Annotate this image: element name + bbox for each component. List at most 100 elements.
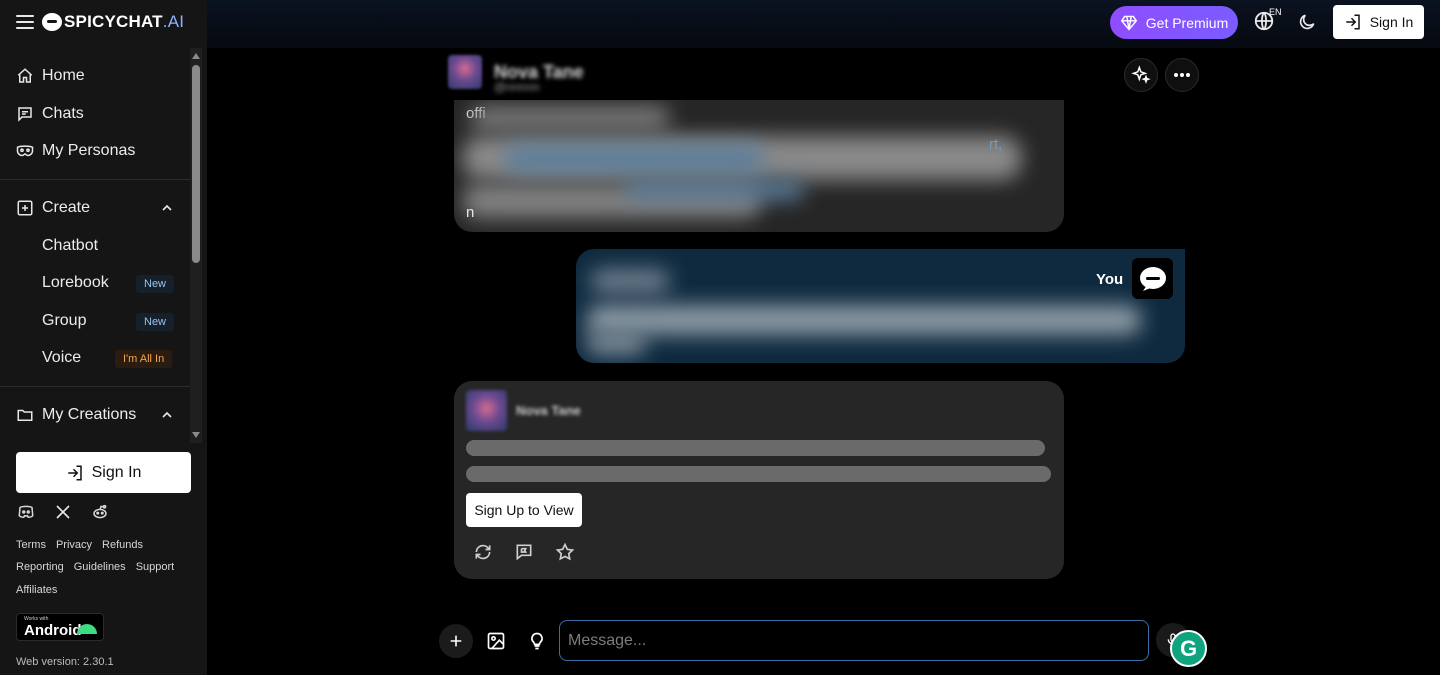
mask-icon	[16, 142, 34, 160]
new-badge: New	[136, 275, 175, 293]
sidebar-scrollbar[interactable]	[190, 48, 202, 443]
scroll-down-arrow-icon[interactable]	[192, 432, 200, 438]
user-label: You	[1096, 271, 1124, 288]
sidebar-item-label: Create	[42, 199, 91, 216]
scroll-up-arrow-icon[interactable]	[192, 53, 200, 59]
image-button[interactable]	[479, 624, 513, 658]
message-text-fragment: rt,	[989, 136, 1003, 153]
sign-in-label: Sign In	[91, 463, 142, 481]
feedback-icon[interactable]	[514, 542, 534, 562]
chevron-up-icon[interactable]	[159, 407, 175, 423]
add-button[interactable]	[439, 624, 473, 658]
logo-icon	[42, 13, 62, 31]
footer-links-row: Affiliates	[16, 584, 57, 596]
new-badge: New	[136, 313, 175, 331]
blurred-text	[590, 269, 670, 293]
locked-text-placeholder	[466, 466, 1051, 482]
sign-in-icon	[1345, 14, 1360, 30]
affiliates-link[interactable]: Affiliates	[16, 584, 57, 596]
sidebar-item-label: Chatbot	[42, 237, 99, 254]
home-icon	[16, 67, 34, 85]
character-name: Nova Tane	[516, 403, 581, 418]
divider	[0, 179, 192, 180]
refunds-link[interactable]: Refunds	[102, 539, 143, 551]
premium-label: Get Premium	[1145, 14, 1229, 31]
sidebar-item-home[interactable]: Home	[16, 62, 85, 90]
sign-in-label: Sign In	[1369, 14, 1414, 30]
star-icon[interactable]	[555, 542, 575, 562]
locked-text-placeholder	[466, 440, 1045, 456]
sidebar-item-my-creations[interactable]: My Creations	[16, 401, 136, 429]
scroll-thumb[interactable]	[192, 65, 200, 263]
character-handle: @nnnnn	[494, 80, 540, 94]
lightbulb-icon	[531, 632, 543, 650]
web-version: Web version: 2.30.1	[16, 656, 114, 668]
image-icon	[487, 632, 505, 650]
sidebar-item-my-personas[interactable]: My Personas	[16, 137, 135, 165]
sidebar-item-chatbot[interactable]: Chatbot	[42, 234, 98, 258]
terms-link[interactable]: Terms	[16, 539, 46, 551]
sign-up-to-view-button[interactable]: Sign Up to View	[466, 493, 582, 527]
regenerate-icon[interactable]	[473, 542, 493, 562]
footer-links-row: Reporting Guidelines Support	[16, 561, 174, 573]
guidelines-link[interactable]: Guidelines	[74, 561, 126, 573]
sidebar-nav: Home Chats My Personas Create Chatbot Lo…	[0, 48, 207, 443]
blurred-text	[586, 305, 1142, 335]
message-input[interactable]	[559, 620, 1149, 661]
sparkle-icon	[1131, 65, 1151, 84]
privacy-link[interactable]: Privacy	[56, 539, 92, 551]
chat-icon	[16, 105, 34, 123]
sidebar-item-lorebook[interactable]: Lorebook	[42, 271, 109, 295]
discord-icon[interactable]	[16, 503, 36, 521]
suggestion-button[interactable]	[520, 624, 554, 658]
android-badge[interactable]: Works with Android	[16, 613, 104, 641]
user-avatar-icon	[1139, 266, 1166, 291]
folder-icon	[16, 406, 34, 424]
sidebar-item-create[interactable]: Create	[16, 194, 90, 222]
footer-links-row: Terms Privacy Refunds	[16, 539, 143, 551]
magic-sparkle-button[interactable]	[1124, 58, 1158, 92]
sidebar-item-label: Lorebook	[42, 274, 109, 291]
blurred-text	[470, 106, 670, 130]
more-options-button[interactable]	[1165, 58, 1199, 92]
plus-square-icon	[16, 199, 34, 217]
moon-icon[interactable]	[1297, 12, 1317, 32]
android-robot-icon	[77, 624, 97, 634]
support-link[interactable]: Support	[136, 561, 175, 573]
blurred-text	[586, 331, 646, 355]
social-links	[16, 503, 110, 521]
character-avatar[interactable]	[448, 55, 482, 89]
brand-bar: SPICYCHAT.AI	[0, 0, 207, 44]
blurred-text	[504, 144, 764, 174]
blurred-text	[624, 180, 804, 200]
sidebar: SPICYCHAT.AI Home Chats My Personas Crea…	[0, 0, 207, 675]
plus-icon	[450, 635, 462, 647]
grammarly-icon: G	[1179, 635, 1198, 661]
sidebar-item-label: Voice	[42, 349, 82, 366]
sign-up-label: Sign Up to View	[474, 502, 574, 518]
chevron-up-icon[interactable]	[159, 200, 175, 216]
language-code: EN	[1269, 7, 1282, 17]
diamond-icon	[1120, 15, 1137, 31]
hamburger-menu-icon[interactable]	[16, 15, 34, 29]
android-badge-label: Android	[24, 622, 82, 639]
grammarly-widget[interactable]: G	[1170, 630, 1207, 667]
sidebar-item-label: My Personas	[42, 142, 136, 159]
sidebar-item-chats[interactable]: Chats	[16, 100, 84, 128]
reddit-icon[interactable]	[90, 503, 110, 521]
all-in-badge: I'm All In	[115, 350, 173, 368]
sidebar-sign-in-button[interactable]: Sign In	[16, 452, 191, 493]
sidebar-item-group[interactable]: Group	[42, 309, 86, 333]
sidebar-item-voice[interactable]: Voice	[42, 346, 81, 370]
sign-in-icon	[67, 465, 82, 480]
user-avatar	[1132, 258, 1173, 299]
divider	[0, 386, 192, 387]
logo[interactable]: SPICYCHAT.AI	[64, 12, 184, 32]
top-sign-in-button[interactable]: Sign In	[1333, 5, 1424, 39]
reporting-link[interactable]: Reporting	[16, 561, 64, 573]
character-avatar[interactable]	[466, 390, 507, 431]
sidebar-item-label: Home	[42, 67, 85, 84]
x-icon[interactable]	[54, 503, 72, 521]
sidebar-item-label: My Creations	[42, 406, 137, 423]
get-premium-button[interactable]: Get Premium	[1110, 6, 1238, 39]
